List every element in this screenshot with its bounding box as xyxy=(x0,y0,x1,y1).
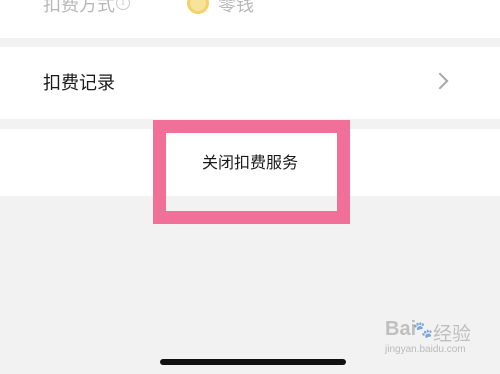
payment-method-label: 扣费方式 xyxy=(43,0,115,16)
watermark-url: jingyan.baidu.com xyxy=(385,344,466,355)
paw-icon: 🐾 xyxy=(413,320,433,339)
payment-method-row: 扣费方式 i 零钱 xyxy=(0,0,500,38)
coin-icon xyxy=(187,0,209,14)
close-deduction-service-button[interactable]: 关闭扣费服务 xyxy=(0,129,500,196)
close-service-row: 关闭扣费服务 xyxy=(0,129,500,196)
watermark: Bai 🐾 经验 jingyan.baidu.com xyxy=(385,318,495,368)
info-icon[interactable]: i xyxy=(116,0,130,10)
deduction-records-label: 扣费记录 xyxy=(43,73,115,94)
deduction-records-row[interactable]: 扣费记录 xyxy=(0,47,500,119)
home-indicator[interactable] xyxy=(160,359,346,365)
chevron-right-icon xyxy=(431,72,449,90)
watermark-brand-suffix: 经验 xyxy=(433,323,472,345)
payment-method-value: 零钱 xyxy=(218,0,254,16)
watermark-brand: Bai xyxy=(385,318,417,340)
